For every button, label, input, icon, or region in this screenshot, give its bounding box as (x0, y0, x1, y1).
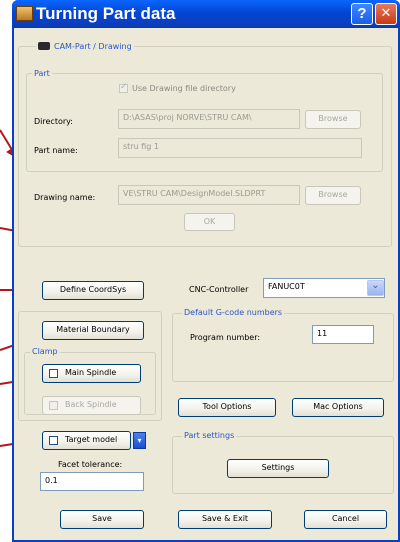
check-icon: ✓ (120, 82, 128, 92)
directory-label: Directory: (34, 117, 73, 126)
directory-browse-button[interactable]: Browse (305, 110, 361, 129)
drawing-name-field[interactable]: VE\STRU CAM\DesignModel.SLDPRT (118, 185, 300, 205)
part-name-label: Part name: (34, 146, 78, 155)
cam-part-drawing-label: CAM-Part / Drawing (54, 42, 132, 51)
gcode-legend: Default G-code numbers (182, 308, 285, 317)
target-model-button[interactable]: Target model (42, 431, 131, 450)
app-icon (16, 6, 33, 21)
main-spindle-checkbox[interactable] (49, 369, 58, 378)
chevron-down-icon[interactable]: ⌄ (367, 280, 384, 296)
speaker-icon (38, 42, 50, 50)
window-title: Turning Part data (36, 4, 176, 23)
part-legend: Part (32, 69, 52, 78)
target-model-checkbox[interactable] (49, 436, 58, 445)
cnc-controller-value: FANUC0T (268, 282, 305, 291)
cnc-controller-label: CNC-Controller (189, 285, 249, 294)
use-drawing-dir-checkbox[interactable]: ✓ (119, 82, 128, 93)
program-number-label: Program number: (190, 333, 261, 342)
drawing-browse-button[interactable]: Browse (305, 186, 361, 205)
settings-button[interactable]: Settings (227, 459, 329, 478)
define-coordsys-button[interactable]: Define CoordSys (42, 281, 144, 300)
facet-tolerance-label: Facet tolerance: (58, 460, 123, 469)
back-spindle-label: Back Spindle (65, 400, 117, 409)
gcode-group (172, 313, 394, 382)
save-exit-button[interactable]: Save & Exit (178, 510, 272, 529)
facet-tolerance-field[interactable]: 0.1 (40, 472, 144, 491)
target-model-dropdown-icon[interactable]: ▾ (133, 432, 146, 449)
dialog-window: Turning Part data ? ✕ CAM-Part / Drawing… (12, 0, 400, 542)
main-spindle-button[interactable]: Main Spindle (42, 364, 141, 383)
part-name-field[interactable]: stru fig 1 (118, 138, 362, 158)
directory-field[interactable]: D:\ASAS\proj NORVE\STRU CAM\ (118, 109, 300, 129)
back-spindle-button[interactable]: Back Spindle (42, 396, 141, 415)
program-number-field[interactable]: 11 (312, 325, 374, 344)
ok-button[interactable]: OK (184, 213, 235, 231)
target-model-label: Target model (65, 435, 118, 444)
part-settings-legend: Part settings (182, 431, 237, 440)
material-boundary-button[interactable]: Material Boundary (42, 321, 144, 340)
help-button[interactable]: ? (351, 3, 373, 25)
back-spindle-checkbox[interactable] (49, 401, 58, 410)
main-spindle-label: Main Spindle (65, 368, 117, 377)
cancel-button[interactable]: Cancel (304, 510, 387, 529)
mac-options-button[interactable]: Mac Options (292, 398, 384, 417)
tool-options-button[interactable]: Tool Options (178, 398, 276, 417)
cam-part-drawing-legend: CAM-Part / Drawing (36, 42, 134, 51)
close-button[interactable]: ✕ (375, 3, 397, 25)
use-drawing-dir-label: Use Drawing file directory (132, 84, 236, 93)
save-button[interactable]: Save (60, 510, 144, 529)
clamp-legend: Clamp (30, 347, 60, 356)
drawing-name-label: Drawing name: (34, 193, 96, 202)
title-bar[interactable]: Turning Part data ? ✕ (12, 0, 400, 28)
